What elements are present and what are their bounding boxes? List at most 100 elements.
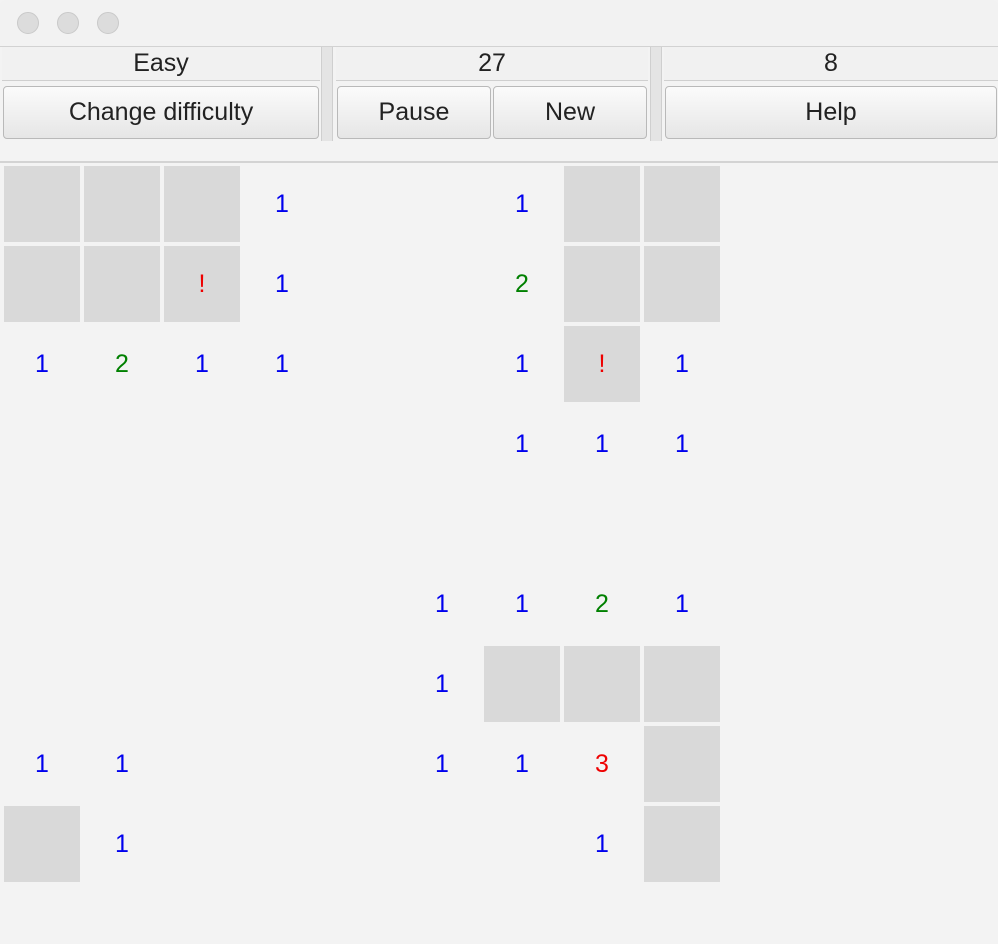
covered-cell[interactable] bbox=[564, 246, 640, 322]
number-cell[interactable]: 1 bbox=[564, 406, 640, 482]
number-cell[interactable]: 1 bbox=[164, 326, 240, 402]
covered-cell[interactable] bbox=[164, 166, 240, 242]
flag-marker: ! bbox=[198, 269, 206, 298]
adjacent-mine-count: 3 bbox=[595, 749, 609, 778]
number-cell[interactable]: 1 bbox=[244, 326, 320, 402]
covered-cell[interactable] bbox=[4, 806, 80, 882]
empty-cell[interactable] bbox=[244, 726, 320, 802]
empty-cell[interactable] bbox=[404, 166, 480, 242]
number-cell[interactable]: 1 bbox=[84, 806, 160, 882]
empty-cell[interactable] bbox=[484, 806, 560, 882]
empty-cell[interactable] bbox=[324, 726, 400, 802]
number-cell[interactable]: 1 bbox=[4, 326, 80, 402]
empty-cell[interactable] bbox=[324, 246, 400, 322]
number-cell[interactable]: 2 bbox=[84, 326, 160, 402]
empty-cell[interactable] bbox=[84, 486, 160, 562]
number-cell[interactable]: 2 bbox=[564, 566, 640, 642]
empty-cell[interactable] bbox=[564, 486, 640, 562]
covered-cell[interactable] bbox=[484, 646, 560, 722]
covered-cell[interactable] bbox=[84, 166, 160, 242]
number-cell[interactable]: 1 bbox=[4, 726, 80, 802]
adjacent-mine-count: 1 bbox=[675, 349, 689, 378]
empty-cell[interactable] bbox=[164, 726, 240, 802]
empty-cell[interactable] bbox=[404, 486, 480, 562]
adjacent-mine-count: 2 bbox=[595, 589, 609, 618]
empty-cell[interactable] bbox=[404, 326, 480, 402]
number-cell[interactable]: 1 bbox=[644, 566, 720, 642]
covered-cell[interactable] bbox=[4, 246, 80, 322]
number-cell[interactable]: 1 bbox=[644, 406, 720, 482]
number-cell[interactable]: 1 bbox=[404, 566, 480, 642]
empty-cell[interactable] bbox=[244, 646, 320, 722]
pause-button[interactable]: Pause bbox=[337, 86, 491, 139]
number-cell[interactable]: 2 bbox=[484, 246, 560, 322]
empty-cell[interactable] bbox=[324, 326, 400, 402]
empty-cell[interactable] bbox=[324, 166, 400, 242]
empty-cell[interactable] bbox=[244, 486, 320, 562]
covered-cell[interactable] bbox=[644, 806, 720, 882]
empty-cell[interactable] bbox=[644, 486, 720, 562]
covered-cell[interactable] bbox=[644, 646, 720, 722]
number-cell[interactable]: 1 bbox=[244, 166, 320, 242]
empty-cell[interactable] bbox=[4, 486, 80, 562]
adjacent-mine-count: 1 bbox=[515, 349, 529, 378]
empty-cell[interactable] bbox=[84, 566, 160, 642]
empty-cell[interactable] bbox=[84, 646, 160, 722]
empty-cell[interactable] bbox=[4, 566, 80, 642]
adjacent-mine-count: 1 bbox=[275, 189, 289, 218]
empty-cell[interactable] bbox=[484, 486, 560, 562]
empty-cell[interactable] bbox=[324, 406, 400, 482]
covered-cell[interactable] bbox=[4, 166, 80, 242]
number-cell[interactable]: 1 bbox=[484, 406, 560, 482]
change-difficulty-button[interactable]: Change difficulty bbox=[3, 86, 319, 139]
covered-cell[interactable] bbox=[564, 646, 640, 722]
close-button[interactable] bbox=[17, 12, 39, 34]
minimize-button[interactable] bbox=[57, 12, 79, 34]
empty-cell[interactable] bbox=[164, 646, 240, 722]
minesweeper-window: Easy 27 8 Change difficulty Pause New He… bbox=[0, 0, 998, 944]
empty-cell[interactable] bbox=[404, 406, 480, 482]
number-cell[interactable]: 1 bbox=[484, 566, 560, 642]
number-cell[interactable]: 1 bbox=[404, 726, 480, 802]
empty-cell[interactable] bbox=[244, 806, 320, 882]
empty-cell[interactable] bbox=[324, 566, 400, 642]
zoom-button[interactable] bbox=[97, 12, 119, 34]
number-cell[interactable]: 1 bbox=[484, 726, 560, 802]
number-cell[interactable]: 1 bbox=[244, 246, 320, 322]
difficulty-label: Easy bbox=[2, 47, 320, 81]
flagged-cell[interactable]: ! bbox=[164, 246, 240, 322]
adjacent-mine-count: 1 bbox=[115, 749, 129, 778]
number-cell[interactable]: 1 bbox=[564, 806, 640, 882]
empty-cell[interactable] bbox=[244, 566, 320, 642]
empty-cell[interactable] bbox=[164, 486, 240, 562]
empty-cell[interactable] bbox=[324, 646, 400, 722]
empty-cell[interactable] bbox=[324, 486, 400, 562]
number-cell[interactable]: 1 bbox=[404, 646, 480, 722]
number-cell[interactable]: 1 bbox=[484, 326, 560, 402]
covered-cell[interactable] bbox=[644, 246, 720, 322]
empty-cell[interactable] bbox=[404, 246, 480, 322]
empty-cell[interactable] bbox=[84, 406, 160, 482]
covered-cell[interactable] bbox=[84, 246, 160, 322]
number-cell[interactable]: 1 bbox=[644, 326, 720, 402]
adjacent-mine-count: 1 bbox=[275, 269, 289, 298]
empty-cell[interactable] bbox=[4, 646, 80, 722]
flagged-cell[interactable]: ! bbox=[564, 326, 640, 402]
adjacent-mine-count: 1 bbox=[435, 749, 449, 778]
empty-cell[interactable] bbox=[164, 566, 240, 642]
empty-cell[interactable] bbox=[244, 406, 320, 482]
covered-cell[interactable] bbox=[644, 726, 720, 802]
number-cell[interactable]: 1 bbox=[84, 726, 160, 802]
empty-cell[interactable] bbox=[404, 806, 480, 882]
empty-cell[interactable] bbox=[164, 406, 240, 482]
empty-cell[interactable] bbox=[324, 806, 400, 882]
number-cell[interactable]: 1 bbox=[484, 166, 560, 242]
covered-cell[interactable] bbox=[644, 166, 720, 242]
empty-cell[interactable] bbox=[164, 806, 240, 882]
covered-cell[interactable] bbox=[564, 166, 640, 242]
adjacent-mine-count: 1 bbox=[675, 589, 689, 618]
empty-cell[interactable] bbox=[4, 406, 80, 482]
number-cell[interactable]: 3 bbox=[564, 726, 640, 802]
new-game-button[interactable]: New bbox=[493, 86, 647, 139]
help-button[interactable]: Help bbox=[665, 86, 997, 139]
